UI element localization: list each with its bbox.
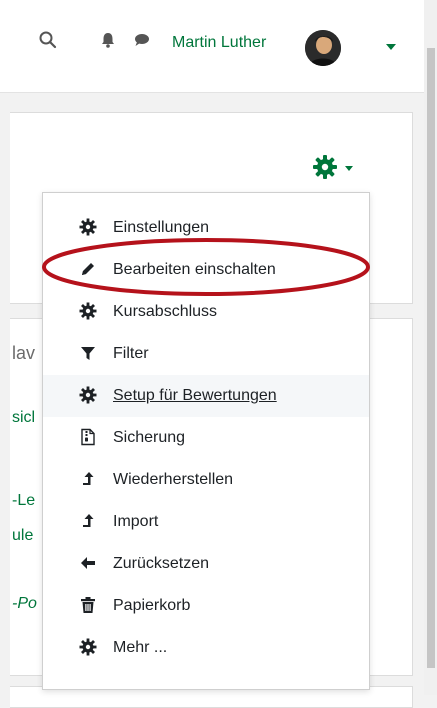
user-name[interactable]: Martin Luther [172,34,266,52]
arrow-left-icon [81,557,95,569]
menu-item-label: Wiederherstellen [113,471,234,488]
menu-item-zuruecksetzen[interactable]: Zurücksetzen [43,543,369,585]
menu-item-mehr[interactable]: Mehr ... [43,627,369,669]
menu-item-label: Setup für Bewertungen [113,387,277,404]
menu-item-setup-fuer-bewertungen[interactable]: Setup für Bewertungen [43,375,369,417]
filter-icon [81,347,95,360]
menu-item-label: Mehr ... [113,639,168,656]
nav-link-fragment[interactable]: sicl [12,409,35,427]
menu-item-papierkorb[interactable]: Papierkorb [43,585,369,627]
gear-icon [79,218,97,236]
menu-item-wiederherstellen[interactable]: Wiederherstellen [43,459,369,501]
top-navbar: Martin Luther [0,0,424,93]
menu-item-label: Import [113,513,159,530]
search-icon[interactable] [38,30,58,50]
navigation-heading-fragment: lav [12,343,36,363]
menu-item-label: Filter [113,345,149,362]
gear-icon [79,302,97,320]
menu-item-label: Zurücksetzen [113,555,210,572]
file-archive-icon [81,428,95,446]
gear-icon [313,155,337,179]
menu-item-label: Papierkorb [113,597,191,614]
user-menu-caret-icon[interactable] [386,44,396,50]
course-actions-menu-toggle[interactable] [312,154,372,184]
level-up-icon [83,472,94,485]
scrollbar-thumb[interactable] [427,48,435,668]
nav-link-fragment[interactable]: -Le [12,492,35,510]
gear-icon [79,386,97,404]
nav-link-fragment[interactable]: -Po [12,595,37,613]
chevron-down-icon [345,166,353,171]
bell-icon[interactable] [98,30,118,50]
menu-item-label: Einstellungen [113,219,210,236]
menu-item-filter[interactable]: Filter [43,333,369,375]
gear-icon [79,638,97,656]
menu-item-import[interactable]: Import [43,501,369,543]
nav-link-fragment[interactable]: ule [12,527,33,545]
menu-item-sicherung[interactable]: Sicherung [43,417,369,459]
level-up-icon [83,514,94,527]
avatar[interactable] [305,30,341,66]
menu-item-label: Kursabschluss [113,303,218,320]
trash-icon [81,597,95,613]
highlight-ellipse [42,238,370,296]
menu-item-label: Sicherung [113,429,186,446]
chat-icon[interactable] [132,30,152,50]
